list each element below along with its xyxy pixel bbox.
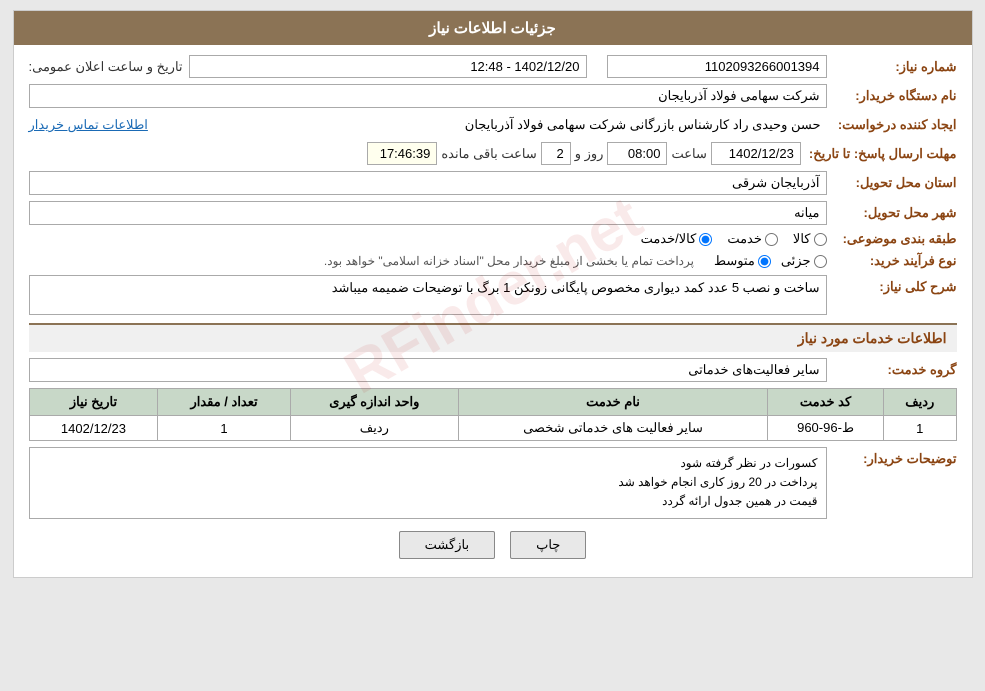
buyer-notes-label: توضیحات خریدار: xyxy=(827,451,957,467)
service-group-value: سایر فعالیت‌های خدماتی xyxy=(29,358,827,382)
print-button[interactable]: چاپ xyxy=(510,531,586,559)
service-group-row: گروه خدمت: سایر فعالیت‌های خدماتی xyxy=(29,358,957,382)
buyer-name-row: نام دستگاه خریدار: شرکت سهامی فولاد آذرب… xyxy=(29,84,957,108)
need-desc-label: شرح کلی نیاز: xyxy=(827,279,957,295)
contact-link[interactable]: اطلاعات تماس خریدار xyxy=(29,117,148,133)
category-label: طبقه بندی موضوعی: xyxy=(827,231,957,247)
category-row: طبقه بندی موضوعی: کالا خدمت کالا/خدمت xyxy=(29,231,957,247)
need-number-label: شماره نیاز: xyxy=(827,59,957,75)
purchase-radio-motavaset[interactable] xyxy=(758,255,771,268)
main-container: جزئیات اطلاعات نیاز شماره نیاز: 11020932… xyxy=(13,10,973,578)
purchase-radio-item-2[interactable]: متوسط xyxy=(714,253,771,269)
category-radio-both[interactable] xyxy=(699,233,712,246)
back-button[interactable]: بازگشت xyxy=(399,531,495,559)
category-radio-khedmat-label: خدمت xyxy=(727,231,762,247)
col-code: کد خدمت xyxy=(768,389,884,416)
creator-label: ایجاد کننده درخواست: xyxy=(827,117,957,133)
purchase-radio-motavaset-label: متوسط xyxy=(714,253,755,269)
buyer-notes-row: توضیحات خریدار: کسورات در نظر گرفته شودپ… xyxy=(29,447,957,519)
creator-value: حسن وحیدی راد کارشناس بازرگانی شرکت سهام… xyxy=(148,114,827,136)
need-number-row: شماره نیاز: 1102093266001394 1402/12/20 … xyxy=(29,55,957,78)
purchase-radio-jozei[interactable] xyxy=(814,255,827,268)
purchase-radio-item-1[interactable]: جزئی xyxy=(781,253,827,269)
category-radio-item-1[interactable]: کالا xyxy=(793,231,827,247)
city-label: شهر محل تحویل: xyxy=(827,205,957,221)
purchase-type-label: نوع فرآیند خرید: xyxy=(827,253,957,269)
services-section-header: اطلاعات خدمات مورد نیاز xyxy=(29,323,957,352)
purchase-note: پرداخت تمام یا بخشی از مبلغ خریدار محل "… xyxy=(324,254,694,268)
services-section-label: اطلاعات خدمات مورد نیاز xyxy=(798,330,947,346)
need-desc-textarea[interactable] xyxy=(29,275,827,315)
announce-date-value: 1402/12/20 - 12:48 xyxy=(189,55,587,78)
buyer-notes-value: کسورات در نظر گرفته شودپرداخت در 20 روز … xyxy=(29,447,827,519)
col-date: تاریخ نیاز xyxy=(29,389,158,416)
deadline-time-label: ساعت xyxy=(671,146,706,162)
purchase-type-radio-group: جزئی متوسط پرداخت تمام یا بخشی از مبلغ خ… xyxy=(324,253,827,269)
need-desc-row: RFinder.net شرح کلی نیاز: xyxy=(29,275,957,315)
purchase-radio-jozei-label: جزئی xyxy=(781,253,811,269)
page-content: شماره نیاز: 1102093266001394 1402/12/20 … xyxy=(14,45,972,577)
category-radio-kala[interactable] xyxy=(814,233,827,246)
service-group-label: گروه خدمت: xyxy=(827,362,957,378)
col-name: نام خدمت xyxy=(458,389,767,416)
button-row: چاپ بازگشت xyxy=(29,531,957,559)
city-row: شهر محل تحویل: میانه xyxy=(29,201,957,225)
purchase-type-row: نوع فرآیند خرید: جزئی متوسط پرداخت تمام … xyxy=(29,253,957,269)
category-radio-item-2[interactable]: خدمت xyxy=(727,231,778,247)
province-label: استان محل تحویل: xyxy=(827,175,957,191)
page-header: جزئیات اطلاعات نیاز xyxy=(14,11,972,45)
buyer-name-value: شرکت سهامی فولاد آذربایجان xyxy=(29,84,827,108)
page-title: جزئیات اطلاعات نیاز xyxy=(429,20,556,37)
buyer-name-label: نام دستگاه خریدار: xyxy=(827,88,957,104)
deadline-days-label: روز و xyxy=(575,146,604,162)
category-radio-khedmat[interactable] xyxy=(765,233,778,246)
category-radio-kala-label: کالا xyxy=(793,231,811,247)
col-unit: واحد اندازه گیری xyxy=(290,389,458,416)
col-radif: ردیف xyxy=(884,389,956,416)
province-value: آذربایجان شرقی xyxy=(29,171,827,195)
deadline-remaining-value: 17:46:39 xyxy=(367,142,437,165)
services-table: ردیف کد خدمت نام خدمت واحد اندازه گیری ت… xyxy=(29,388,957,441)
deadline-days-value: 2 xyxy=(541,142,571,165)
category-radio-item-3[interactable]: کالا/خدمت xyxy=(641,231,713,247)
col-qty: تعداد / مقدار xyxy=(158,389,290,416)
table-row: 1ط-96-960سایر فعالیت های خدماتی شخصیردیف… xyxy=(29,416,956,441)
creator-row: ایجاد کننده درخواست: حسن وحیدی راد کارشن… xyxy=(29,114,957,136)
category-radio-both-label: کالا/خدمت xyxy=(641,231,697,247)
deadline-label: مهلت ارسال پاسخ: تا تاریخ: xyxy=(801,146,957,162)
announce-date-label: تاریخ و ساعت اعلان عمومی: xyxy=(29,59,183,75)
deadline-date: 1402/12/23 xyxy=(711,142,801,165)
table-header-row: ردیف کد خدمت نام خدمت واحد اندازه گیری ت… xyxy=(29,389,956,416)
city-value: میانه xyxy=(29,201,827,225)
province-row: استان محل تحویل: آذربایجان شرقی xyxy=(29,171,957,195)
deadline-time-value: 08:00 xyxy=(607,142,667,165)
deadline-row: مهلت ارسال پاسخ: تا تاریخ: 1402/12/23 سا… xyxy=(29,142,957,165)
category-radio-group: کالا خدمت کالا/خدمت xyxy=(641,231,827,247)
deadline-remaining-label: ساعت باقی مانده xyxy=(441,146,536,162)
need-number-value: 1102093266001394 xyxy=(607,55,827,78)
